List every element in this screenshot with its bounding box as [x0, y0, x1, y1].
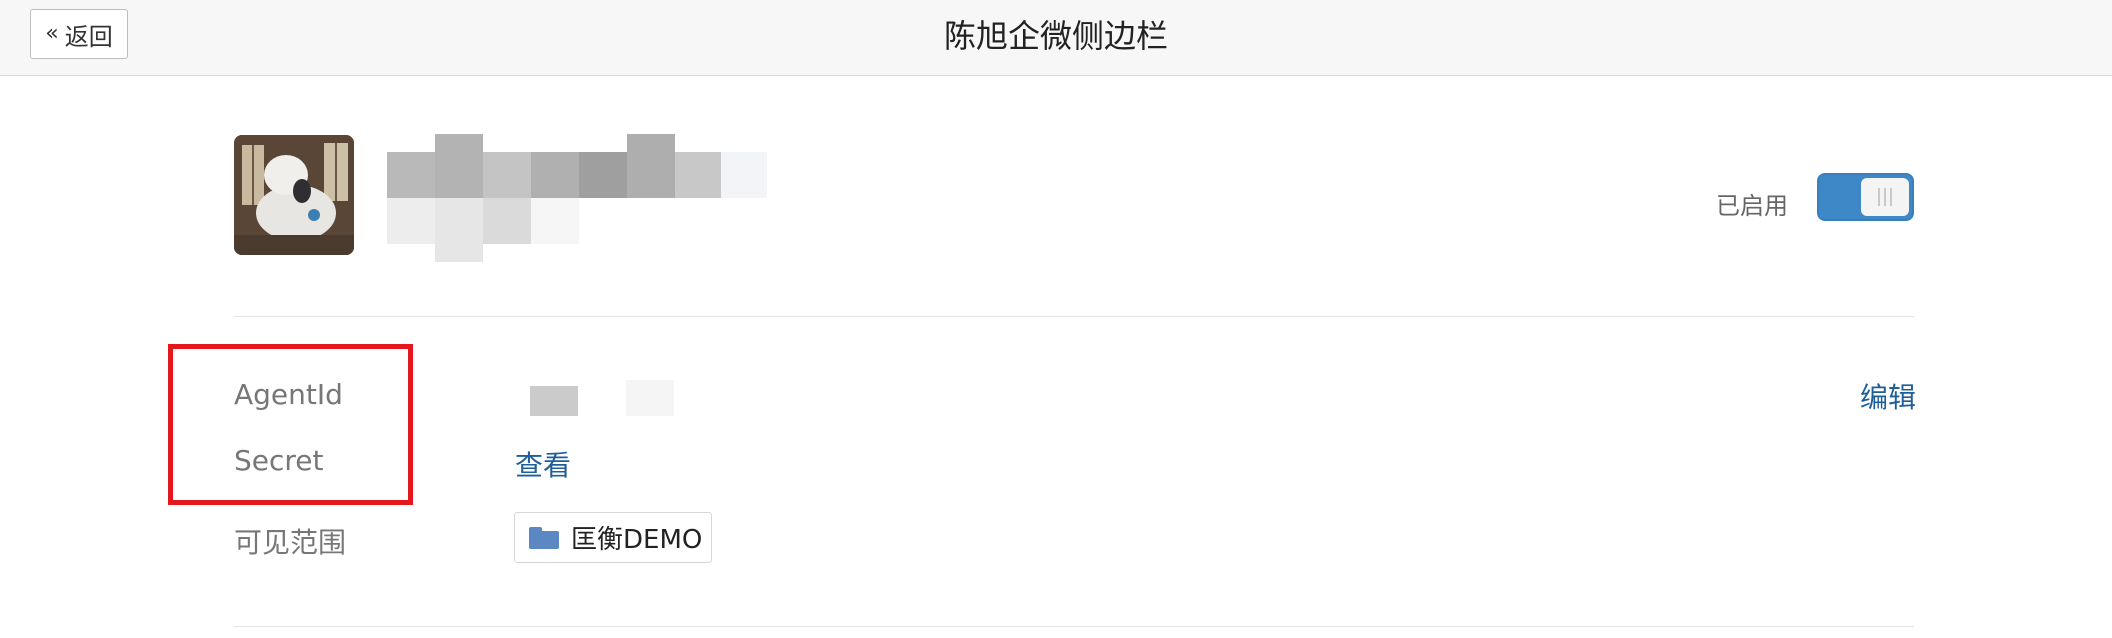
view-secret-link[interactable]: 查看 — [515, 444, 571, 484]
divider — [234, 316, 1914, 317]
toggle-knob — [1861, 178, 1909, 216]
scope-chip[interactable]: 匡衡DEMO — [514, 512, 712, 563]
enable-toggle[interactable] — [1817, 173, 1914, 221]
divider — [234, 626, 1914, 627]
edit-link[interactable]: 编辑 — [1860, 376, 1916, 416]
scope-chip-label: 匡衡DEMO — [571, 525, 703, 555]
highlight-box — [168, 344, 413, 505]
top-bar: « 返回 陈旭企微侧边栏 — [0, 0, 2112, 76]
scope-label: 可见范围 — [234, 526, 347, 559]
folder-icon — [529, 526, 559, 549]
app-avatar — [234, 135, 354, 255]
status-label: 已启用 — [1716, 192, 1788, 220]
page-title: 陈旭企微侧边栏 — [943, 17, 1168, 55]
